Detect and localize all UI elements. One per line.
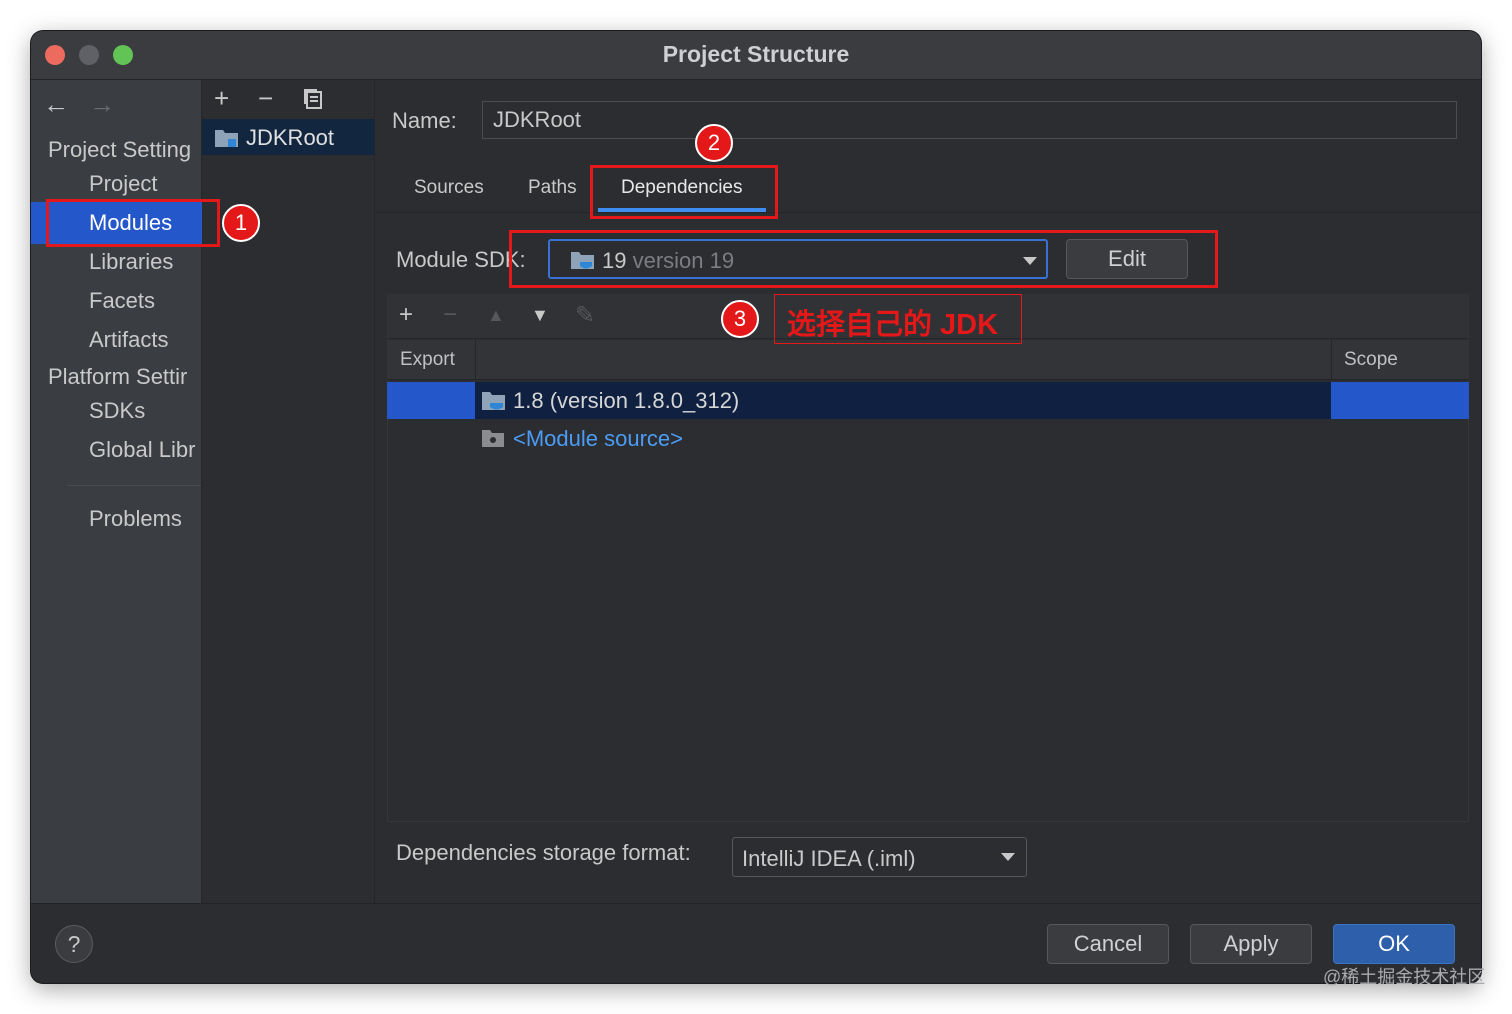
nav-item-global-libraries[interactable]: Global Libr	[89, 437, 201, 463]
move-down-icon[interactable]: ▼	[531, 305, 549, 326]
annotation-note: 选择自己的 JDK	[787, 309, 999, 341]
annotation-box-dependencies-tab	[590, 165, 778, 219]
title-bar: Project Structure	[31, 31, 1481, 80]
column-divider	[475, 340, 476, 380]
module-name-input[interactable]: JDKRoot	[482, 101, 1457, 139]
column-export[interactable]: Export	[400, 349, 455, 371]
storage-format-dropdown[interactable]: IntelliJ IDEA (.iml)	[732, 837, 1027, 877]
nav-item-project[interactable]: Project	[89, 171, 201, 197]
copy-icon[interactable]	[301, 86, 325, 110]
column-scope[interactable]: Scope	[1344, 349, 1398, 371]
source-folder-icon	[482, 430, 504, 447]
nav-item-artifacts[interactable]: Artifacts	[89, 327, 201, 353]
module-sdk-label: Module SDK:	[396, 247, 526, 272]
annotation-badge-3: 3	[721, 300, 759, 338]
annotation-badge-2: 2	[695, 124, 733, 162]
tab-bar-divider	[375, 212, 1481, 213]
storage-format-value: IntelliJ IDEA (.iml)	[742, 846, 916, 871]
ok-button[interactable]: OK	[1333, 924, 1455, 964]
table-row-export-cell[interactable]	[387, 382, 475, 419]
platform-settings-header: Platform Settir	[48, 364, 188, 389]
column-divider	[1331, 340, 1332, 380]
nav-divider	[67, 485, 201, 486]
annotation-box-module-sdk	[509, 230, 1218, 288]
edit-icon[interactable]: ✎	[575, 301, 595, 330]
arrow-right-icon[interactable]: →	[89, 89, 115, 120]
table-header	[387, 340, 1469, 380]
cancel-button[interactable]: Cancel	[1047, 924, 1169, 964]
modules-list-panel	[202, 80, 375, 903]
module-folder-icon	[215, 130, 238, 147]
move-up-icon[interactable]: ▲	[487, 305, 505, 326]
annotation-box-modules	[46, 199, 220, 247]
storage-format-label: Dependencies storage format:	[396, 840, 691, 865]
add-module-button[interactable]: +	[214, 83, 229, 114]
tab-sources[interactable]: Sources	[414, 177, 484, 199]
arrow-left-icon[interactable]: ←	[43, 89, 69, 120]
project-structure-window: Project Structure ← → Project Setting Pr…	[31, 31, 1481, 983]
apply-button[interactable]: Apply	[1190, 924, 1312, 964]
tab-paths[interactable]: Paths	[528, 177, 577, 199]
chevron-down-icon	[1001, 853, 1015, 861]
watermark: @稀土掘金技术社区	[1323, 967, 1486, 987]
name-label: Name:	[392, 108, 457, 133]
window-title: Project Structure	[662, 41, 850, 67]
footer-divider	[31, 903, 1481, 904]
nav-item-problems[interactable]: Problems	[89, 506, 201, 532]
annotation-badge-1: 1	[222, 204, 260, 242]
table-row-scope-cell[interactable]	[1331, 382, 1469, 419]
project-settings-header: Project Setting	[48, 137, 192, 162]
nav-item-sdks[interactable]: SDKs	[89, 398, 201, 424]
remove-module-button[interactable]: −	[258, 83, 273, 114]
nav-item-facets[interactable]: Facets	[89, 288, 201, 314]
jdk-folder-icon	[482, 392, 505, 410]
nav-item-libraries[interactable]: Libraries	[89, 249, 201, 275]
help-button[interactable]: ?	[55, 925, 93, 963]
dependency-jdk-label: 1.8 (version 1.8.0_312)	[513, 388, 740, 413]
add-icon[interactable]: +	[399, 301, 413, 329]
module-source-link[interactable]: <Module source>	[513, 426, 683, 452]
module-label: JDKRoot	[246, 125, 335, 150]
remove-icon[interactable]: −	[443, 301, 457, 329]
